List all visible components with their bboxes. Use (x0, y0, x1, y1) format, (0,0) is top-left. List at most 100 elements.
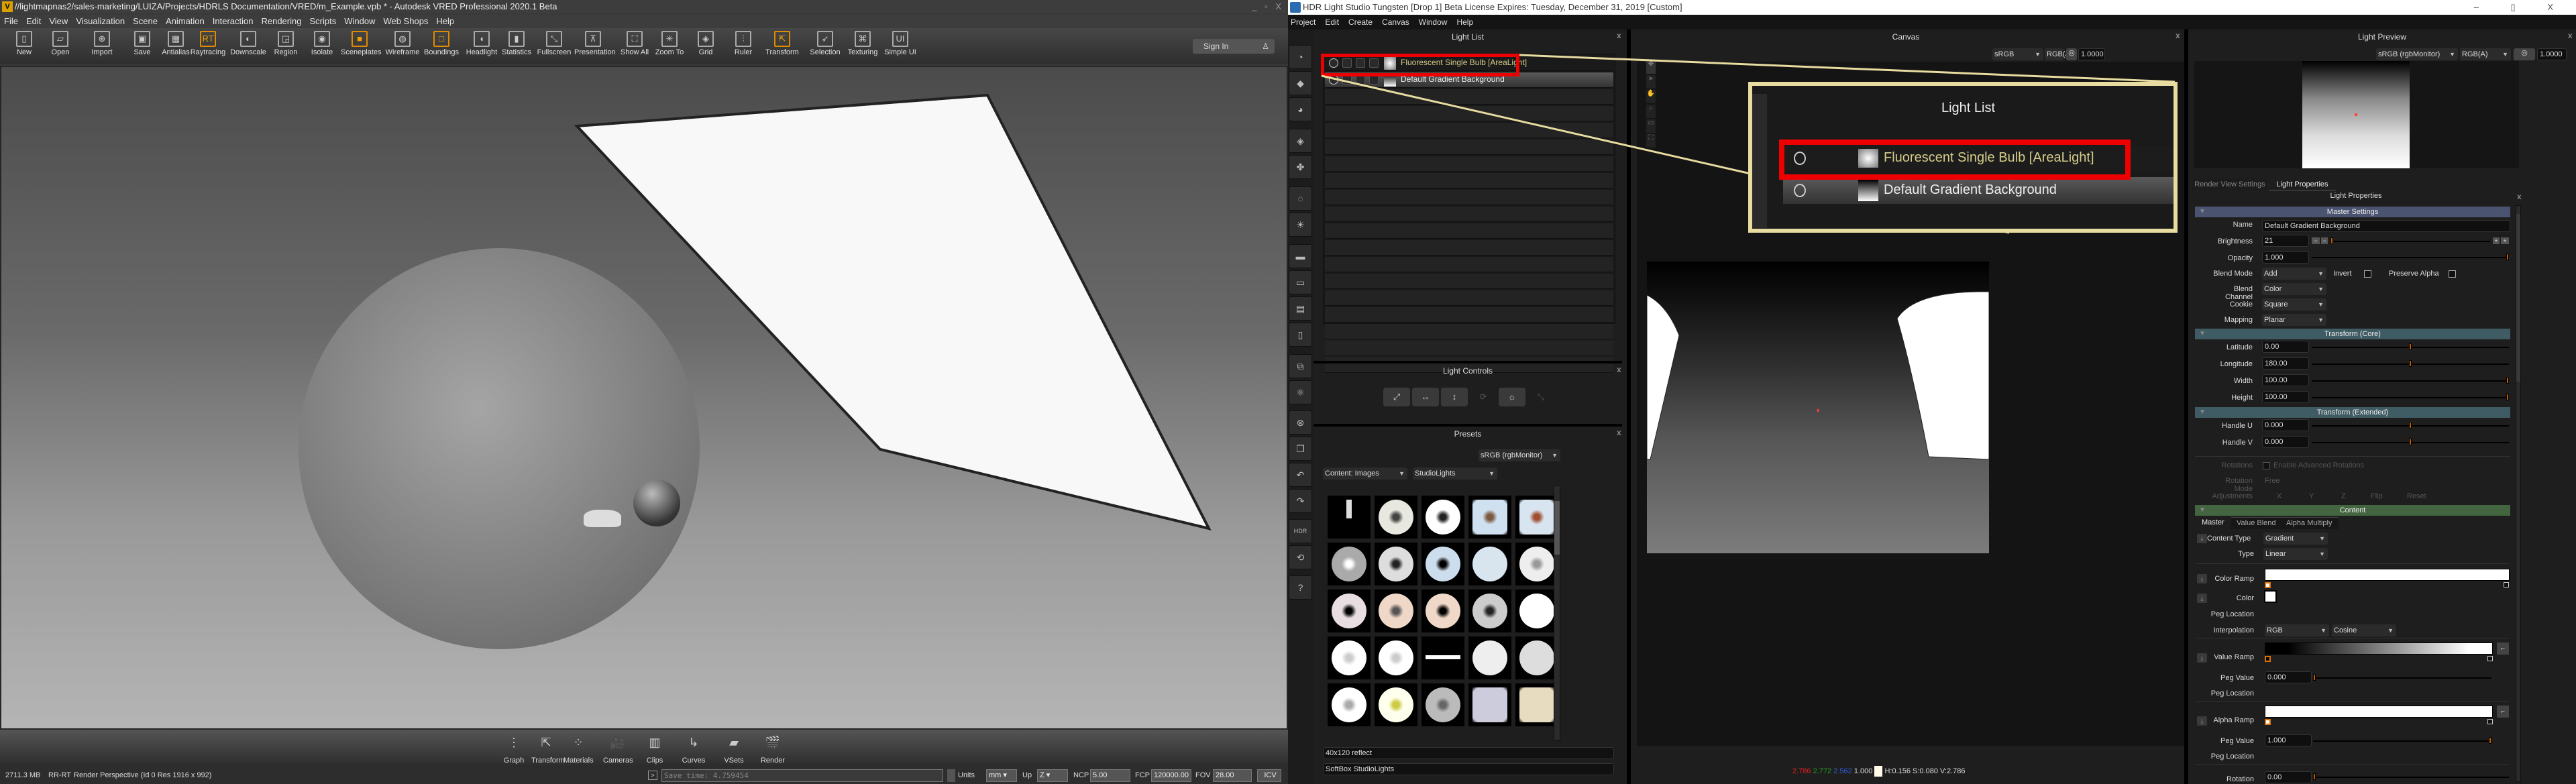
alpha-ramp[interactable] (2265, 706, 2493, 718)
alpha-peg-slider[interactable] (2313, 737, 2491, 744)
menu-visualization[interactable]: Visualization (76, 16, 125, 26)
color-swatch-button[interactable] (2264, 590, 2277, 603)
content-type-select[interactable]: Gradient ▼ (2263, 533, 2328, 545)
toolbar-grid-button[interactable]: ◈ Grid (687, 28, 724, 64)
adjust-z-button[interactable]: Z (2341, 492, 2346, 500)
height-slider[interactable] (2312, 394, 2509, 400)
section-master-settings[interactable]: Master Settings (2195, 207, 2510, 217)
brightness-decrease[interactable]: − (2321, 237, 2328, 244)
download-icon[interactable]: ⤓ (2197, 716, 2207, 726)
latitude-slider[interactable] (2312, 343, 2509, 350)
type-select[interactable]: Linear ▼ (2263, 548, 2328, 560)
toolbar-headlight-button[interactable]: ◖ Headlight (463, 28, 500, 64)
toolbar-sceneplates-button[interactable]: ■ Sceneplates (341, 28, 382, 64)
slider-knob[interactable] (2409, 360, 2412, 367)
toolbar-open-button[interactable]: ▱ Open (42, 28, 79, 64)
adjust-x-button[interactable]: X (2277, 492, 2282, 500)
toolbar-presentation-button[interactable]: ⊼ Presentation (574, 28, 616, 64)
longitude-slider[interactable] (2312, 360, 2509, 367)
toolbar-fullscreen-button[interactable]: ⤡ Fullscreen (535, 28, 573, 64)
curve-editor-icon[interactable]: ⌐ (2497, 706, 2509, 718)
menu-interaction[interactable]: Interaction (213, 16, 254, 26)
rotation-slider[interactable] (2313, 773, 2509, 780)
value-peg-field[interactable]: 0.000 (2265, 671, 2312, 683)
preserve-alpha-checkbox[interactable] (2449, 270, 2456, 278)
menu-scene[interactable]: Scene (133, 16, 158, 26)
dock-materials-button[interactable]: ⁘ Materials (564, 732, 594, 765)
download-icon[interactable]: ⤓ (2197, 653, 2207, 663)
longitude-field[interactable]: 180.00 (2262, 357, 2309, 370)
content-tab-master[interactable]: Master (2202, 518, 2224, 526)
width-field[interactable]: 100.00 (2262, 374, 2309, 386)
preview-channel-select[interactable]: RGB(A) ▼ (2460, 48, 2511, 60)
aperture-icon[interactable]: ◎ (2514, 48, 2535, 60)
slider-knob[interactable] (2409, 343, 2412, 350)
tab-render-view-settings[interactable]: Render View Settings (2192, 178, 2267, 190)
close-light-preview-icon[interactable]: x (2568, 31, 2573, 40)
interpolation-select[interactable]: RGB ▼ (2265, 624, 2329, 636)
enable-advanced-rotations-checkbox[interactable] (2263, 462, 2270, 469)
dock-clips-button[interactable]: ▥ Clips (640, 732, 669, 765)
toolbar-import-button[interactable]: ⊕ Import (83, 28, 121, 64)
preview-colorspace-select[interactable]: sRGB (rgbMonitor) ▼ (2376, 48, 2458, 60)
dock-vsets-button[interactable]: ▰ VSets (719, 732, 749, 765)
menu-animation[interactable]: Animation (166, 16, 205, 26)
adjust-y-button[interactable]: Y (2309, 492, 2314, 500)
value-ramp-peg-start[interactable] (2265, 656, 2271, 662)
menu-file[interactable]: File (4, 16, 18, 26)
properties-scrollbar[interactable] (2516, 205, 2521, 782)
render-viewport[interactable] (0, 66, 1288, 730)
window-controls[interactable]: _ ▫ X (1252, 0, 1284, 13)
value-peg-slider[interactable] (2313, 674, 2491, 681)
menu-edit[interactable]: Edit (26, 16, 41, 26)
color-ramp-peg-end[interactable] (2504, 582, 2509, 587)
toolbar-region-button[interactable]: ◲ Region (267, 28, 305, 64)
alpha-ramp-peg-start[interactable] (2265, 719, 2271, 725)
invert-checkbox[interactable] (2364, 270, 2371, 278)
menu-web-shops[interactable]: Web Shops (383, 16, 428, 26)
value-ramp[interactable] (2265, 642, 2493, 655)
sign-in-button[interactable]: Sign In ♙ (1193, 39, 1275, 54)
rotation-mode-value[interactable]: Free (2265, 477, 2280, 485)
slider-knob[interactable] (2489, 737, 2491, 744)
handle-v-slider[interactable] (2312, 439, 2509, 445)
reset-button[interactable]: Reset (2407, 492, 2426, 500)
menu-view[interactable]: View (49, 16, 68, 26)
section-transform-core[interactable]: Transform (Core) (2195, 329, 2510, 339)
toolbar-wireframe-button[interactable]: ◍ Wireframe (384, 28, 421, 64)
dock-render-button[interactable]: 🎬 Render (758, 732, 788, 765)
toolbar-statistics-button[interactable]: ▮ Statistics (498, 28, 535, 64)
slider-knob[interactable] (2409, 422, 2412, 429)
brightness-slider[interactable] (2330, 237, 2490, 244)
dock-graph-button[interactable]: ⋮ Graph (499, 732, 529, 765)
brightness-decrease-big[interactable]: − (2312, 237, 2320, 244)
color-ramp[interactable] (2265, 569, 2510, 581)
dock-transform-button[interactable]: ⇱ Transform (531, 732, 565, 765)
mapping-select[interactable]: Planar ▼ (2262, 314, 2326, 326)
preview-exposure-field[interactable]: 1.0000 (2537, 48, 2567, 60)
toolbar-new-button[interactable]: ▯ New (5, 28, 43, 64)
opacity-slider[interactable] (2312, 254, 2509, 260)
height-field[interactable]: 100.00 (2262, 391, 2309, 403)
menu-rendering[interactable]: Rendering (261, 16, 301, 26)
flip-button[interactable]: Flip (2371, 492, 2383, 500)
alpha-peg-field[interactable]: 1.000 (2265, 734, 2312, 746)
slider-knob[interactable] (2506, 254, 2509, 260)
fov-field[interactable]: 28.00 (1213, 769, 1252, 782)
console-toggle[interactable] (947, 769, 955, 782)
toolbar-save-button[interactable]: ▣ Save (123, 28, 161, 64)
opacity-field[interactable]: 1.000 (2262, 251, 2309, 264)
brightness-increase-big[interactable]: + (2501, 237, 2509, 244)
menu-scripts[interactable]: Scripts (309, 16, 336, 26)
download-icon[interactable]: ⤓ (2197, 574, 2207, 583)
console-output[interactable]: Save time: 4.759454 (661, 769, 943, 782)
content-tab-alpha-multiply[interactable]: Alpha Multiply (2286, 519, 2332, 527)
handle-v-field[interactable]: 0.000 (2262, 436, 2309, 448)
download-icon[interactable]: ⤓ (2197, 534, 2207, 543)
dock-curves-button[interactable]: ↳ Curves (679, 732, 708, 765)
latitude-field[interactable]: 0.00 (2262, 341, 2309, 353)
slider-knob[interactable] (2506, 377, 2509, 384)
brightness-field[interactable]: 21 (2262, 235, 2309, 247)
toolbar-texturing-button[interactable]: ⌘ Texturing (844, 28, 881, 64)
blend-channel-select[interactable]: Color ▼ (2262, 283, 2326, 295)
